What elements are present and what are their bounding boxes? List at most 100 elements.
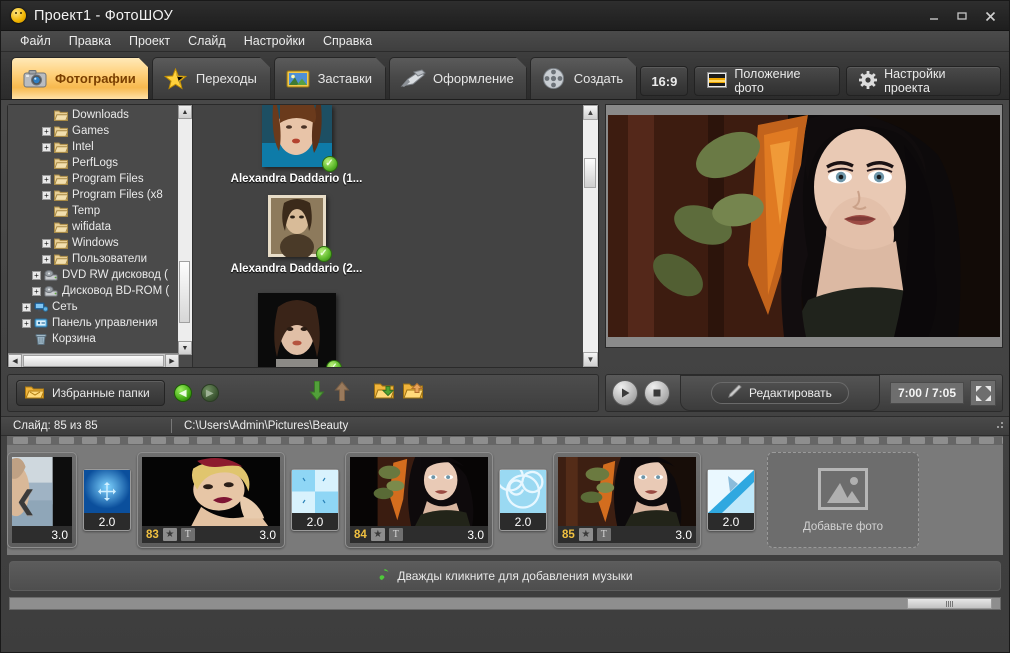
tree-item[interactable]: Downloads (8, 107, 192, 123)
tree-expander-icon[interactable]: + (42, 127, 51, 136)
add-folder-icon[interactable] (374, 382, 394, 404)
timeline-prev-arrow[interactable]: ❮ (15, 487, 37, 513)
back-arrow-icon[interactable]: ◀ (174, 384, 192, 402)
tab-photos[interactable]: Фотографии (11, 57, 149, 99)
tree-scroll-thumb[interactable] (179, 261, 190, 323)
photo-position-button[interactable]: Положение фото (694, 66, 840, 96)
film-reel-icon (541, 68, 567, 90)
timeline-transition[interactable]: 2.0 (291, 469, 339, 531)
tree-item[interactable]: Корзина (8, 331, 192, 347)
tree-item[interactable]: +Intel (8, 139, 192, 155)
tree-scroll-left-button[interactable]: ◀ (8, 354, 22, 368)
star-icon[interactable]: ★ (163, 528, 177, 541)
grid-scroll-up-button[interactable]: ▲ (583, 105, 598, 120)
tree-scroll-track[interactable] (178, 119, 192, 341)
thumbnail-image[interactable]: ✓ (262, 105, 332, 167)
thumbnail-image[interactable]: ✓ (268, 195, 326, 257)
tree-item[interactable]: +Windows (8, 235, 192, 251)
timeline-slide[interactable]: 83 ★ T 3.0 (137, 452, 285, 548)
text-icon[interactable]: T (181, 528, 195, 541)
tree-item[interactable]: +Program Files (x8 (8, 187, 192, 203)
aspect-ratio-button[interactable]: 16:9 (640, 66, 688, 96)
slide-duration: 3.0 (259, 528, 276, 542)
thumbnail-item[interactable]: ✓ Alexandra Daddario (2... (203, 203, 390, 293)
tree-item[interactable]: +Панель управления (8, 315, 192, 331)
tree-expander-icon[interactable]: + (22, 319, 31, 328)
grid-vertical-scrollbar[interactable]: ▲ ▼ (583, 105, 598, 367)
tree-item[interactable]: +DVD RW дисковод ( (8, 267, 192, 283)
tree-expander-icon[interactable]: + (42, 239, 51, 248)
tab-create[interactable]: Создать (530, 57, 638, 99)
menu-edit[interactable]: Правка (60, 32, 120, 50)
folder-tree[interactable]: Downloads+Games+IntelPerfLogs+Program Fi… (8, 105, 193, 367)
add-down-arrow-icon[interactable] (309, 381, 325, 406)
tree-scroll-right-button[interactable]: ▶ (165, 354, 179, 368)
tree-item[interactable]: +Сеть (8, 299, 192, 315)
menu-help[interactable]: Справка (314, 32, 381, 50)
timeline-slide[interactable]: 85 ★ T 3.0 (553, 452, 701, 548)
tree-scroll-up-button[interactable]: ▲ (178, 105, 192, 119)
checked-badge: ✓ (322, 156, 338, 172)
star-icon[interactable]: ★ (371, 528, 385, 541)
remove-folder-icon[interactable] (403, 382, 423, 404)
timeline-scroll-thumb[interactable] (907, 598, 992, 609)
tree-expander-icon[interactable]: + (42, 191, 51, 200)
maximize-button[interactable] (949, 5, 975, 27)
forward-arrow-icon[interactable]: ▶ (201, 384, 219, 402)
transition-thumbnail (84, 470, 130, 513)
tree-expander-icon[interactable]: + (42, 175, 51, 184)
star-icon[interactable]: ★ (579, 528, 593, 541)
grid-scroll-track[interactable] (583, 120, 598, 352)
grid-scroll-down-button[interactable]: ▼ (583, 352, 598, 367)
timeline-transition[interactable]: 2.0 (83, 469, 131, 531)
tree-item[interactable]: wifidata (8, 219, 192, 235)
tree-expander-icon[interactable]: + (32, 271, 41, 280)
tree-expander-icon[interactable]: + (42, 143, 51, 152)
menu-slide[interactable]: Слайд (179, 32, 235, 50)
tree-item[interactable]: +Games (8, 123, 192, 139)
text-icon[interactable]: T (597, 528, 611, 541)
timeline-transition[interactable]: 2.0 (707, 469, 755, 531)
tree-item[interactable]: Temp (8, 203, 192, 219)
timeline-horizontal-scrollbar[interactable] (9, 597, 1001, 610)
tree-item[interactable]: PerfLogs (8, 155, 192, 171)
sprocket-hole (703, 437, 718, 444)
thumbnail-item[interactable]: ✓ Alexandra Daddario.jpeg (203, 293, 390, 367)
edit-button[interactable]: Редактировать (711, 382, 849, 404)
tab-intros[interactable]: Заставки (274, 57, 386, 99)
fullscreen-icon[interactable] (970, 380, 996, 406)
tree-horizontal-scrollbar[interactable]: ◀ ▶ (8, 353, 179, 367)
menu-project[interactable]: Проект (120, 32, 179, 50)
tree-item[interactable]: +Program Files (8, 171, 192, 187)
menu-file[interactable]: Файл (11, 32, 60, 50)
music-track-bar[interactable]: Дважды кликните для добавления музыки (9, 561, 1001, 591)
grid-scroll-thumb[interactable] (584, 158, 596, 188)
tree-hscroll-thumb[interactable] (23, 355, 164, 367)
menu-settings[interactable]: Настройки (235, 32, 314, 50)
preview-frame[interactable] (605, 104, 1003, 348)
close-button[interactable] (977, 5, 1003, 27)
project-settings-button[interactable]: Настройки проекта (846, 66, 1001, 96)
play-icon[interactable] (612, 380, 638, 406)
timeline-strip[interactable]: ❮ 3.0 (7, 445, 1003, 555)
remove-up-arrow-icon[interactable] (334, 381, 350, 406)
tab-design[interactable]: Оформление (389, 57, 527, 99)
tab-transitions[interactable]: Переходы (152, 57, 271, 99)
resize-grip[interactable] (993, 420, 1005, 432)
text-icon[interactable]: T (389, 528, 403, 541)
timeline-slide[interactable]: 84 ★ T 3.0 (345, 452, 493, 548)
minimize-button[interactable] (921, 5, 947, 27)
tree-item[interactable]: +Пользователи (8, 251, 192, 267)
thumbnail-item[interactable]: ✓ Alexandra Daddario (1... (203, 113, 390, 203)
tree-expander-icon[interactable]: + (32, 287, 41, 296)
stop-icon[interactable] (644, 380, 670, 406)
thumbnail-image[interactable]: ✓ (258, 293, 336, 367)
tree-vertical-scrollbar[interactable]: ▲ ▼ (178, 105, 192, 355)
tree-expander-icon[interactable]: + (22, 303, 31, 312)
add-photo-placeholder[interactable]: Добавьте фото (767, 452, 919, 548)
timeline-transition[interactable]: 2.0 (499, 469, 547, 531)
tree-expander-icon[interactable]: + (42, 255, 51, 264)
favorites-folders-button[interactable]: Избранные папки (16, 380, 165, 406)
tree-scroll-down-button[interactable]: ▼ (178, 341, 192, 355)
tree-item[interactable]: +Дисковод BD-ROM ( (8, 283, 192, 299)
